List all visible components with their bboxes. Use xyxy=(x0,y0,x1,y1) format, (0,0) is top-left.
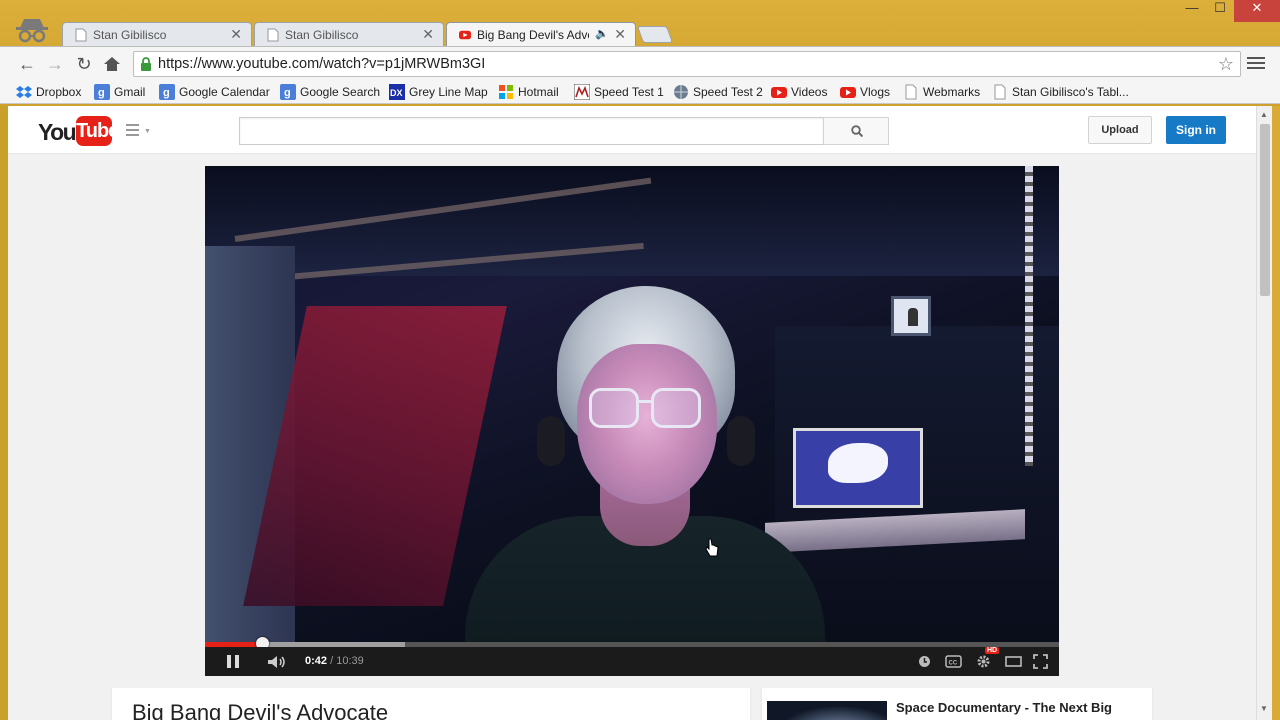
globe-icon xyxy=(674,85,688,99)
tab-close-icon[interactable]: ✕ xyxy=(614,26,626,43)
video-glasses-bridge xyxy=(637,400,653,403)
close-window-button[interactable]: ✕ xyxy=(1234,0,1280,22)
browser-chrome: Stan Gibilisco ✕ Stan Gibilisco ✕ Big Ba… xyxy=(0,0,1280,106)
page-icon xyxy=(994,84,1006,100)
youtube-icon xyxy=(840,87,856,98)
svg-text:g: g xyxy=(98,87,105,99)
new-tab-button[interactable] xyxy=(636,26,674,43)
reload-icon[interactable]: ↻ xyxy=(73,53,95,75)
fullscreen-icon[interactable] xyxy=(1033,654,1048,669)
window-border xyxy=(1272,106,1280,720)
svg-text:g: g xyxy=(163,87,170,99)
svg-text:g: g xyxy=(284,87,291,99)
upload-button[interactable]: Upload xyxy=(1088,116,1152,144)
related-videos-panel: Space Documentary - The Next Big xyxy=(762,688,1152,720)
guide-menu-icon[interactable]: ▼ xyxy=(126,124,152,138)
search-button[interactable] xyxy=(823,117,889,145)
forward-arrow-icon[interactable]: → xyxy=(44,53,66,75)
home-icon[interactable] xyxy=(103,56,121,72)
search-input[interactable] xyxy=(239,117,824,145)
video-glasses-lens xyxy=(651,388,701,428)
sign-in-button[interactable]: Sign in xyxy=(1166,116,1226,144)
volume-icon[interactable] xyxy=(267,655,287,669)
search-icon xyxy=(851,125,863,137)
scroll-down-arrow-icon[interactable]: ▼ xyxy=(1260,704,1268,713)
dropbox-icon xyxy=(16,86,32,98)
back-arrow-icon[interactable]: ← xyxy=(16,53,38,75)
video-info-panel: Big Bang Devil's Advocate xyxy=(112,688,750,720)
incognito-icon xyxy=(16,19,48,43)
speedtest-icon xyxy=(574,84,590,100)
video-headphone xyxy=(727,416,755,466)
hand-cursor-icon xyxy=(705,538,719,557)
svg-text:DX: DX xyxy=(390,88,403,98)
tab-stan-gibilisco-1[interactable]: Stan Gibilisco ✕ xyxy=(62,22,252,46)
page-icon xyxy=(905,84,917,100)
video-picture-frame xyxy=(891,296,931,336)
time-separator: / xyxy=(330,655,334,667)
windows-icon xyxy=(499,85,513,99)
video-chain xyxy=(1025,166,1033,466)
dx-icon: DX xyxy=(389,84,405,100)
video-player[interactable]: 0:42 / 10:39 CC HD xyxy=(205,166,1059,676)
video-frame[interactable] xyxy=(205,166,1059,646)
captions-icon[interactable]: CC xyxy=(945,655,962,668)
bookmarks-bar: Dropbox g Gmail g Google Calendar g Goog… xyxy=(0,80,1280,104)
tab-stan-gibilisco-2[interactable]: Stan Gibilisco ✕ xyxy=(254,22,444,46)
tab-label: Big Bang Devil's Advoc xyxy=(477,28,589,42)
lock-icon xyxy=(141,57,151,71)
bookmark-star-icon[interactable]: ☆ xyxy=(1218,54,1234,75)
youtube-masthead: You Tube ▼ Upload Sign in xyxy=(8,106,1256,154)
pause-button[interactable] xyxy=(227,655,239,668)
current-time: 0:42 xyxy=(305,655,328,667)
related-video-title[interactable]: Space Documentary - The Next Big xyxy=(896,700,1112,715)
page-scrollbar[interactable]: ▲ ▼ xyxy=(1256,106,1272,720)
page-viewport: You Tube ▼ Upload Sign in 0:42 / 10:39 C… xyxy=(8,106,1256,720)
minimize-button[interactable]: — xyxy=(1178,0,1206,22)
tab-close-icon[interactable]: ✕ xyxy=(230,26,242,43)
audio-playing-icon: 🔈 xyxy=(595,28,609,40)
watch-later-icon[interactable] xyxy=(918,655,931,668)
tab-label: Stan Gibilisco xyxy=(285,28,359,42)
video-monitor xyxy=(793,428,923,508)
page-icon xyxy=(75,28,87,42)
video-title: Big Bang Devil's Advocate xyxy=(132,700,389,720)
scroll-up-arrow-icon[interactable]: ▲ xyxy=(1260,110,1268,119)
google-icon: g xyxy=(94,84,110,100)
hd-badge: HD xyxy=(985,647,1000,654)
page-icon xyxy=(267,28,279,42)
player-controls: 0:42 / 10:39 CC HD xyxy=(205,647,1059,676)
browser-toolbar: ← → ↻ https://www.youtube.com/watch?v=p1… xyxy=(0,46,1280,80)
related-video-thumbnail[interactable] xyxy=(767,701,887,720)
url-text: https://www.youtube.com/watch?v=p1jMRWBm… xyxy=(158,56,486,72)
maximize-button[interactable]: ☐ xyxy=(1206,0,1234,22)
youtube-icon xyxy=(771,87,787,98)
tab-label: Stan Gibilisco xyxy=(93,28,167,42)
video-glasses-lens xyxy=(589,388,639,428)
theater-mode-icon[interactable] xyxy=(1005,656,1022,667)
settings-gear-icon[interactable] xyxy=(976,654,991,669)
google-icon: g xyxy=(159,84,175,100)
tab-close-icon[interactable]: ✕ xyxy=(422,26,434,43)
scrollbar-thumb[interactable] xyxy=(1260,124,1270,296)
svg-text:CC: CC xyxy=(949,661,958,667)
chrome-menu-icon[interactable] xyxy=(1247,54,1265,72)
time-display: 0:42 / 10:39 xyxy=(305,655,364,667)
address-bar[interactable]: https://www.youtube.com/watch?v=p1jMRWBm… xyxy=(133,51,1241,77)
google-icon: g xyxy=(280,84,296,100)
duration: 10:39 xyxy=(336,655,364,667)
youtube-favicon-icon xyxy=(459,30,471,40)
tab-big-bang-devils-advocate[interactable]: Big Bang Devil's Advoc 🔈 ✕ xyxy=(446,22,636,47)
video-headphone xyxy=(537,416,565,466)
